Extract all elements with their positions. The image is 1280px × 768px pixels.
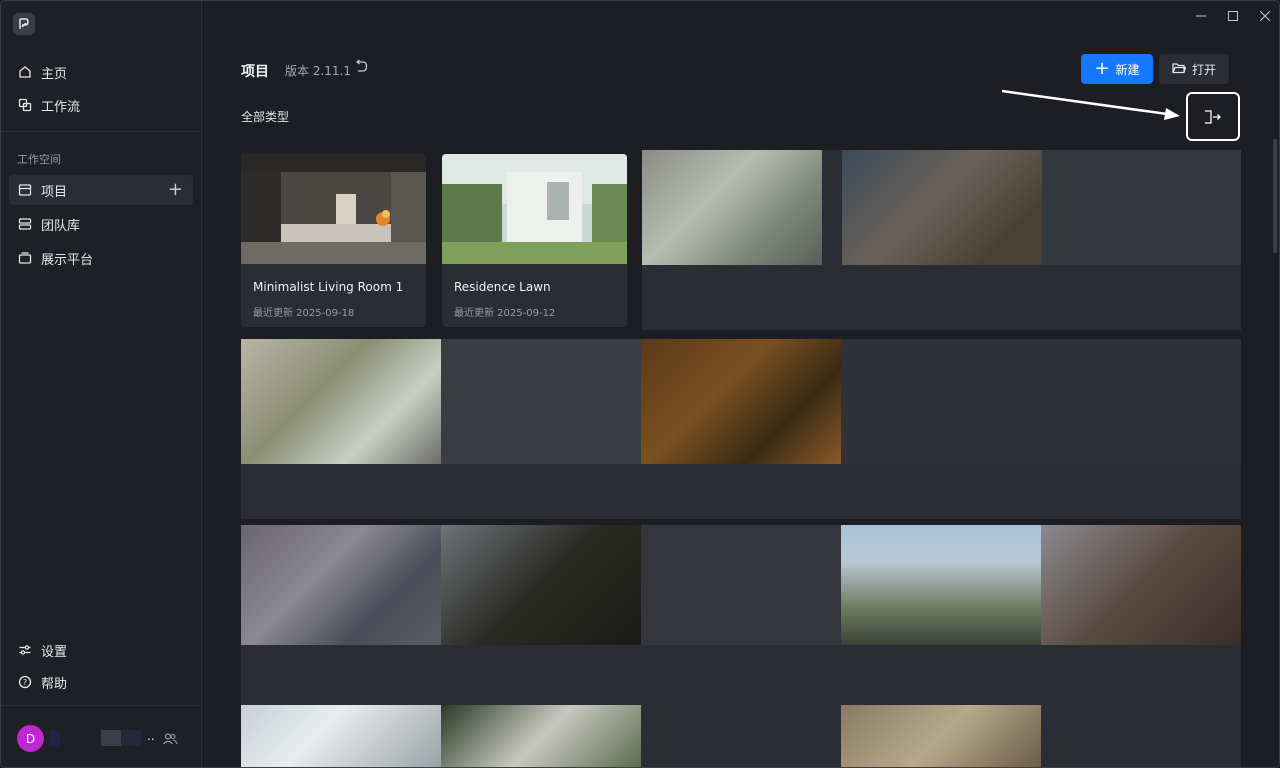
workflow-icon <box>17 97 33 113</box>
open-project-button[interactable]: 打开 <box>1159 54 1229 84</box>
svg-text:?: ? <box>23 678 27 687</box>
settings-icon <box>17 642 33 658</box>
sidebar-item-label: 项目 <box>41 184 68 200</box>
export-button[interactable] <box>1186 92 1240 141</box>
team-members-icon[interactable] <box>162 731 178 750</box>
main-scrollbar[interactable] <box>1273 139 1277 253</box>
project-card[interactable]: Residence Lawn 最近更新 2025-09-12 <box>442 154 627 327</box>
plus-icon: + <box>1094 58 1110 79</box>
redacted-username <box>121 730 141 746</box>
sidebar-divider <box>1 131 201 132</box>
type-filter[interactable]: 全部类型 <box>241 108 289 125</box>
home-icon <box>17 64 33 80</box>
redacted-username <box>101 730 121 746</box>
sidebar-item-label: 帮助 <box>41 676 68 692</box>
redacted-project-card[interactable] <box>241 525 1241 767</box>
username-ellipsis: .. <box>147 729 155 743</box>
project-name: Minimalist Living Room 1 <box>253 280 404 294</box>
sidebar-item-team-library[interactable]: 团队库 <box>9 209 193 239</box>
sidebar-item-settings[interactable]: 设置 <box>9 635 193 665</box>
sidebar-item-label: 展示平台 <box>41 252 94 268</box>
refresh-icon[interactable] <box>354 59 368 77</box>
help-icon: ? <box>17 674 33 690</box>
project-icon <box>17 182 33 198</box>
project-updated: 最近更新 2025-09-12 <box>454 308 556 319</box>
add-project-icon[interactable]: + <box>168 181 183 199</box>
workspace-section-label: 工作空间 <box>17 153 61 166</box>
sidebar-item-home[interactable]: 主页 <box>9 57 193 87</box>
showcase-icon <box>17 250 33 266</box>
project-card[interactable]: Minimalist Living Room 1 最近更新 2025-09-18 <box>241 154 426 327</box>
sidebar-item-label: 设置 <box>41 644 68 660</box>
sidebar-item-projects[interactable]: 项目 + <box>9 175 193 205</box>
project-name: Residence Lawn <box>454 280 551 294</box>
sidebar-item-help[interactable]: ? 帮助 <box>9 667 193 697</box>
redacted-project-card[interactable] <box>241 339 1241 519</box>
new-project-button[interactable]: + 新建 <box>1081 54 1153 84</box>
sidebar-item-label: 工作流 <box>41 99 81 115</box>
sidebar-item-workflow[interactable]: 工作流 <box>9 90 193 120</box>
redacted-username <box>50 730 60 746</box>
avatar[interactable]: D <box>17 725 44 752</box>
app-window: 主页 工作流 工作空间 项目 + 团队库 展示平台 设置 ? 帮助 D .. 项… <box>0 0 1280 768</box>
sidebar-item-label: 团队库 <box>41 218 81 234</box>
exit-icon <box>1205 109 1221 124</box>
page-title: 项目 <box>241 64 269 80</box>
sidebar-divider <box>1 705 201 706</box>
sidebar: 主页 工作流 工作空间 项目 + 团队库 展示平台 设置 ? 帮助 D .. <box>1 1 202 767</box>
folder-icon <box>1172 62 1187 77</box>
logo-icon <box>19 18 29 29</box>
project-updated: 最近更新 2025-09-18 <box>253 308 355 319</box>
team-library-icon <box>17 216 33 232</box>
sidebar-item-showcase[interactable]: 展示平台 <box>9 243 193 273</box>
version-label: 版本 2.11.1 <box>285 64 351 78</box>
annotation-arrow-icon <box>1002 89 1180 120</box>
redacted-project-card[interactable] <box>642 150 1241 330</box>
open-button-label: 打开 <box>1191 62 1216 77</box>
project-thumbnail <box>442 154 627 264</box>
user-profile[interactable]: D <box>17 725 44 752</box>
project-thumbnail <box>241 154 426 264</box>
new-button-label: 新建 <box>1115 62 1140 77</box>
sidebar-item-label: 主页 <box>41 66 68 82</box>
app-logo[interactable] <box>13 13 35 35</box>
main-content: 项目 版本 2.11.1 全部类型 + 新建 打开 Minimalist Liv… <box>202 1 1279 767</box>
